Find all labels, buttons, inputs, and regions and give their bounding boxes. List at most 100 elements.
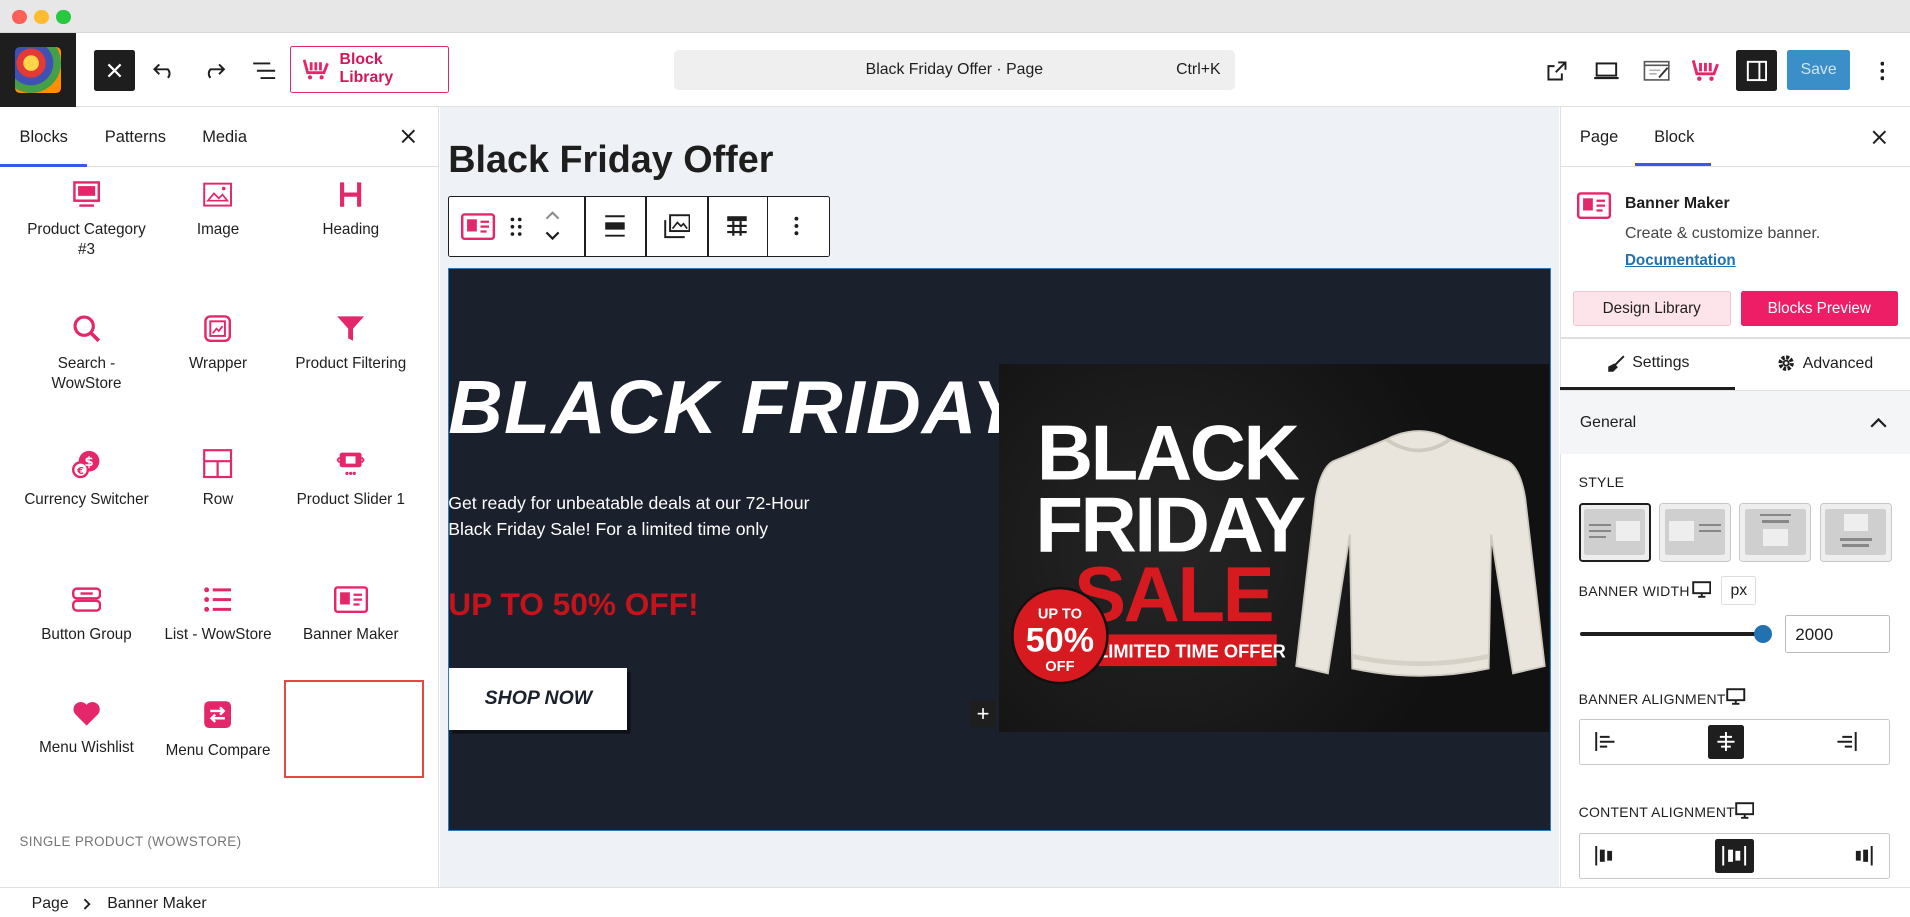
desktop-icon[interactable] bbox=[1726, 688, 1746, 706]
block-item-currency-switcher[interactable]: $ € Currency Switcher bbox=[21, 449, 153, 509]
align-center-button[interactable] bbox=[1707, 724, 1745, 759]
desktop-icon[interactable] bbox=[1692, 581, 1712, 598]
unit-selector[interactable]: px bbox=[1721, 576, 1757, 606]
breadcrumb-item-banner-maker[interactable]: Banner Maker bbox=[107, 895, 206, 913]
move-down-icon[interactable] bbox=[544, 230, 561, 242]
style-option-4[interactable] bbox=[1819, 503, 1892, 562]
table-layout-icon[interactable] bbox=[726, 215, 748, 237]
window-titlebar bbox=[0, 0, 1910, 33]
image-ribbon-text: LIMITED TIME OFFER bbox=[1097, 641, 1286, 662]
undo-button[interactable] bbox=[144, 50, 185, 91]
banner-offer-text[interactable]: UP TO 50% OFF! bbox=[448, 586, 698, 623]
wowstore-button[interactable] bbox=[1686, 50, 1727, 91]
notepad-icon bbox=[1643, 61, 1670, 82]
align-right-icon[interactable] bbox=[1835, 731, 1858, 752]
block-item-label: Currency Switcher bbox=[24, 490, 149, 508]
close-icon bbox=[107, 63, 122, 78]
banner-heading[interactable]: BLACK FRIDAY bbox=[448, 365, 1023, 451]
align-center-icon bbox=[1717, 731, 1735, 752]
close-inserter-button[interactable] bbox=[93, 49, 136, 92]
style-option-3[interactable] bbox=[1739, 503, 1812, 562]
banner-image[interactable]: BLACK FRIDAY SALE LIMITED TIME OFFER UP … bbox=[998, 364, 1550, 733]
options-menu-button[interactable] bbox=[1870, 50, 1894, 91]
wowstore-logo-icon bbox=[303, 59, 329, 80]
image-icon bbox=[203, 182, 233, 207]
divider bbox=[1560, 165, 1910, 167]
shop-now-button[interactable]: SHOP NOW bbox=[449, 667, 628, 730]
block-item-product-category[interactable]: Product Category #3 bbox=[21, 180, 153, 259]
tab-media[interactable]: Media bbox=[202, 128, 247, 147]
content-alignment-label: CONTENT ALIGNMENT bbox=[1578, 803, 1735, 820]
toolbar-divider bbox=[645, 197, 647, 256]
move-up-icon[interactable] bbox=[544, 209, 561, 221]
style-option-1[interactable] bbox=[1578, 503, 1651, 562]
block-item-row[interactable]: Row bbox=[152, 449, 284, 509]
banner-width-slider-track[interactable] bbox=[1579, 632, 1763, 636]
block-item-menu-compare[interactable]: Menu Compare bbox=[152, 700, 284, 760]
justify-end-icon[interactable] bbox=[1851, 846, 1873, 866]
block-item-label: Button Group bbox=[41, 625, 132, 643]
chevron-up-icon bbox=[1870, 417, 1887, 428]
view-page-button[interactable] bbox=[1536, 50, 1577, 91]
design-library-button[interactable]: Design Library bbox=[1572, 291, 1731, 327]
gallery-icon[interactable] bbox=[663, 214, 691, 239]
justify-center-button[interactable] bbox=[1714, 839, 1754, 874]
banner-description[interactable]: Get ready for unbeatable deals at our 72… bbox=[448, 490, 838, 544]
editor-extension-button[interactable] bbox=[1636, 50, 1677, 91]
style-option-2[interactable] bbox=[1659, 503, 1731, 562]
close-icon[interactable] bbox=[401, 129, 416, 144]
page-title[interactable]: Black Friday Offer bbox=[448, 139, 773, 182]
command-palette-button[interactable]: Black Friday Offer · Page Ctrl+K bbox=[673, 49, 1236, 91]
block-item-menu-wishlist[interactable]: Menu Wishlist bbox=[21, 700, 153, 757]
block-item-label: Search - WowStore bbox=[51, 355, 122, 392]
justify-start-icon[interactable] bbox=[1595, 846, 1617, 866]
tab-page[interactable]: Page bbox=[1580, 128, 1618, 147]
search-icon bbox=[73, 315, 100, 343]
tab-patterns[interactable]: Patterns bbox=[105, 128, 166, 147]
block-item-search[interactable]: Search - WowStore bbox=[21, 314, 153, 393]
block-item-wrapper[interactable]: Wrapper bbox=[152, 314, 284, 374]
block-item-button-group[interactable]: Button Group bbox=[21, 585, 153, 645]
block-item-banner-maker[interactable]: Banner Maker bbox=[285, 585, 417, 645]
banner-alignment-label: BANNER ALIGNMENT bbox=[1578, 690, 1726, 707]
site-icon-button[interactable] bbox=[0, 32, 76, 108]
image-badge-pct: 50% bbox=[1026, 622, 1094, 660]
block-item-heading[interactable]: Heading bbox=[285, 180, 417, 240]
redo-button[interactable] bbox=[194, 50, 235, 91]
add-block-button[interactable]: + bbox=[969, 700, 997, 728]
more-vertical-icon[interactable] bbox=[794, 215, 799, 237]
desktop-icon[interactable] bbox=[1734, 801, 1754, 819]
close-icon[interactable] bbox=[1872, 130, 1887, 145]
documentation-link[interactable]: Documentation bbox=[1625, 252, 1736, 269]
breadcrumb-item-page[interactable]: Page bbox=[32, 895, 69, 913]
tab-block[interactable]: Block bbox=[1654, 128, 1694, 147]
align-wide-icon[interactable] bbox=[604, 215, 626, 238]
block-item-product-filtering[interactable]: Product Filtering bbox=[285, 314, 417, 374]
settings-sidebar-toggle[interactable] bbox=[1735, 49, 1778, 92]
minimize-window-button[interactable] bbox=[34, 9, 49, 25]
close-window-button[interactable] bbox=[12, 9, 27, 25]
tab-blocks[interactable]: Blocks bbox=[0, 128, 87, 166]
heart-icon bbox=[73, 702, 100, 726]
drag-handle-icon[interactable] bbox=[510, 217, 522, 236]
block-item-image[interactable]: Image bbox=[152, 180, 284, 240]
tab-advanced[interactable]: Advanced bbox=[1777, 354, 1873, 372]
block-item-list[interactable]: List - WowStore bbox=[152, 585, 284, 645]
undo-icon bbox=[153, 63, 171, 79]
block-item-label: Image bbox=[196, 221, 240, 239]
block-item-label: Product Slider 1 bbox=[296, 490, 405, 508]
block-item-product-slider[interactable]: Product Slider 1 bbox=[285, 449, 417, 509]
maximize-window-button[interactable] bbox=[56, 9, 71, 25]
tab-settings[interactable]: Settings bbox=[1608, 354, 1689, 372]
block-item-label: Wrapper bbox=[188, 355, 248, 373]
preview-device-button[interactable] bbox=[1586, 50, 1627, 91]
banner-width-input[interactable]: 2000 bbox=[1784, 615, 1891, 653]
block-library-button[interactable]: Block Library bbox=[289, 46, 450, 93]
blocks-preview-button[interactable]: Blocks Preview bbox=[1740, 291, 1898, 327]
align-left-icon[interactable] bbox=[1595, 731, 1617, 752]
compare-icon bbox=[204, 701, 232, 729]
banner-width-label: BANNER WIDTH bbox=[1578, 583, 1690, 600]
save-button[interactable]: Save bbox=[1786, 49, 1851, 91]
document-overview-button[interactable] bbox=[244, 50, 285, 91]
banner-maker-icon[interactable] bbox=[461, 212, 496, 241]
